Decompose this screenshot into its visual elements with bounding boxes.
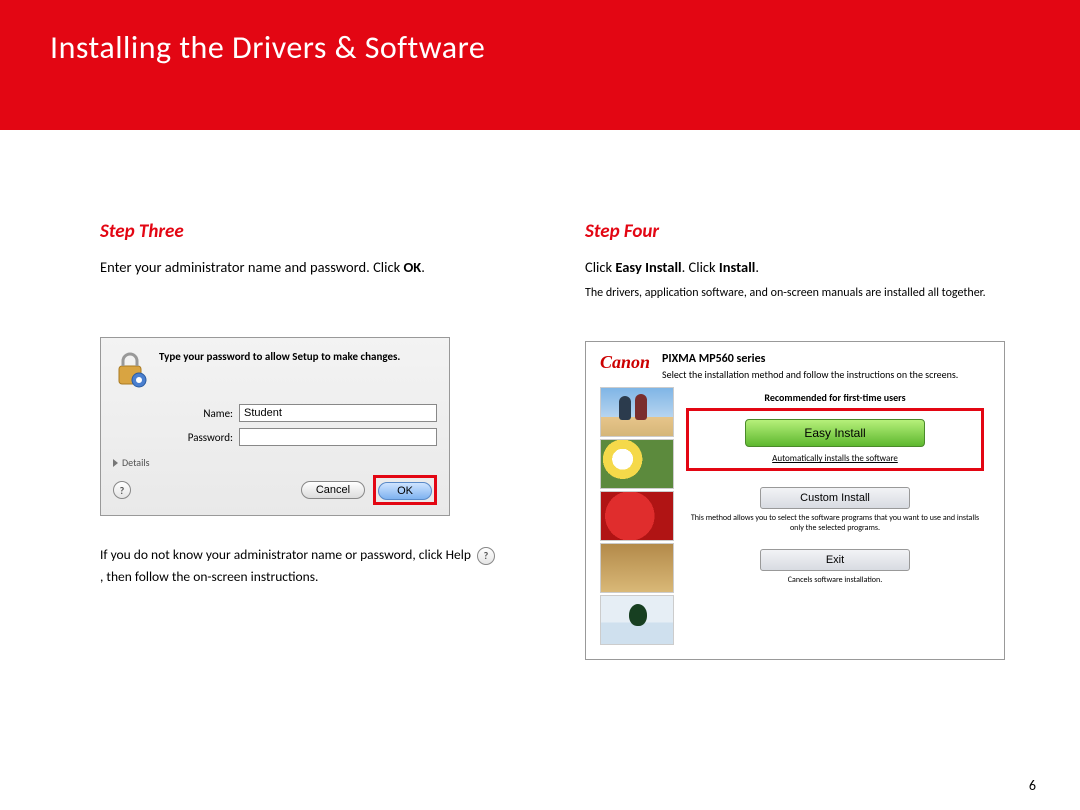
- name-label: Name:: [163, 407, 233, 420]
- ok-highlight-box: OK: [373, 475, 437, 505]
- column-step-three: Step Three Enter your administrator name…: [100, 220, 545, 660]
- installer-window: Canon PIXMA MP560 series Select the inst…: [585, 341, 1005, 660]
- ip0: Click: [585, 258, 615, 276]
- custom-install-subtext: This method allows you to select the sof…: [686, 513, 984, 533]
- custom-install-button[interactable]: Custom Install: [760, 487, 910, 509]
- details-label: Details: [122, 456, 150, 469]
- thumbnail-image: [600, 491, 674, 541]
- note-text-post: , then follow the on-screen instructions…: [100, 568, 318, 585]
- instr-text: Enter your administrator name and passwo…: [100, 258, 403, 276]
- ip4: .: [755, 258, 759, 276]
- password-label: Password:: [163, 431, 233, 444]
- auth-dialog: Type your password to allow Setup to mak…: [100, 337, 450, 516]
- name-input[interactable]: [239, 404, 437, 422]
- recommended-label: Recommended for first-time users: [686, 391, 984, 404]
- slide-header: Installing the Drivers & Software: [0, 0, 1080, 130]
- thumbnail-strip: [600, 387, 674, 645]
- step-four-subnote: The drivers, application software, and o…: [585, 285, 1030, 301]
- ip2: . Click: [682, 258, 719, 276]
- thumbnail-image: [600, 387, 674, 437]
- help-icon-inline: ?: [477, 547, 495, 565]
- ip3: Install: [719, 258, 755, 276]
- instr-bold: OK: [403, 258, 421, 276]
- auth-dialog-message: Type your password to allow Setup to mak…: [159, 350, 400, 364]
- easy-install-button[interactable]: Easy Install: [745, 419, 925, 447]
- exit-button[interactable]: Exit: [760, 549, 910, 571]
- help-icon[interactable]: ?: [113, 481, 131, 499]
- step-four-instruction: Click Easy Install. Click Install.: [585, 257, 1030, 277]
- thumbnail-image: [600, 595, 674, 645]
- page-number: 6: [1029, 777, 1036, 794]
- slide-content: Step Three Enter your administrator name…: [0, 130, 1080, 660]
- step-three-note: If you do not know your administrator na…: [100, 544, 500, 587]
- cancel-button[interactable]: Cancel: [301, 481, 365, 499]
- step-three-heading: Step Three: [100, 220, 545, 243]
- instr-text-end: .: [421, 258, 425, 276]
- disclosure-triangle-icon: [113, 459, 118, 467]
- column-step-four: Step Four Click Easy Install. Click Inst…: [585, 220, 1030, 660]
- details-toggle[interactable]: Details: [113, 456, 437, 469]
- canon-logo: Canon: [600, 352, 650, 373]
- ip1: Easy Install: [615, 258, 681, 276]
- thumbnail-image: [600, 543, 674, 593]
- ok-button[interactable]: OK: [378, 482, 432, 500]
- step-three-instruction: Enter your administrator name and passwo…: [100, 257, 545, 277]
- product-name: PIXMA MP560 series: [662, 352, 958, 366]
- thumbnail-image: [600, 439, 674, 489]
- password-input[interactable]: [239, 428, 437, 446]
- easy-install-subtext: Automatically installs the software: [697, 453, 973, 464]
- note-text-pre: If you do not know your administrator na…: [100, 546, 474, 563]
- slide-title: Installing the Drivers & Software: [50, 28, 1030, 67]
- easy-install-highlight-box: Easy Install Automatically installs the …: [686, 408, 984, 471]
- step-four-heading: Step Four: [585, 220, 1030, 243]
- product-subtext: Select the installation method and follo…: [662, 368, 958, 381]
- lock-icon: [113, 350, 149, 390]
- exit-subtext: Cancels software installation.: [686, 575, 984, 585]
